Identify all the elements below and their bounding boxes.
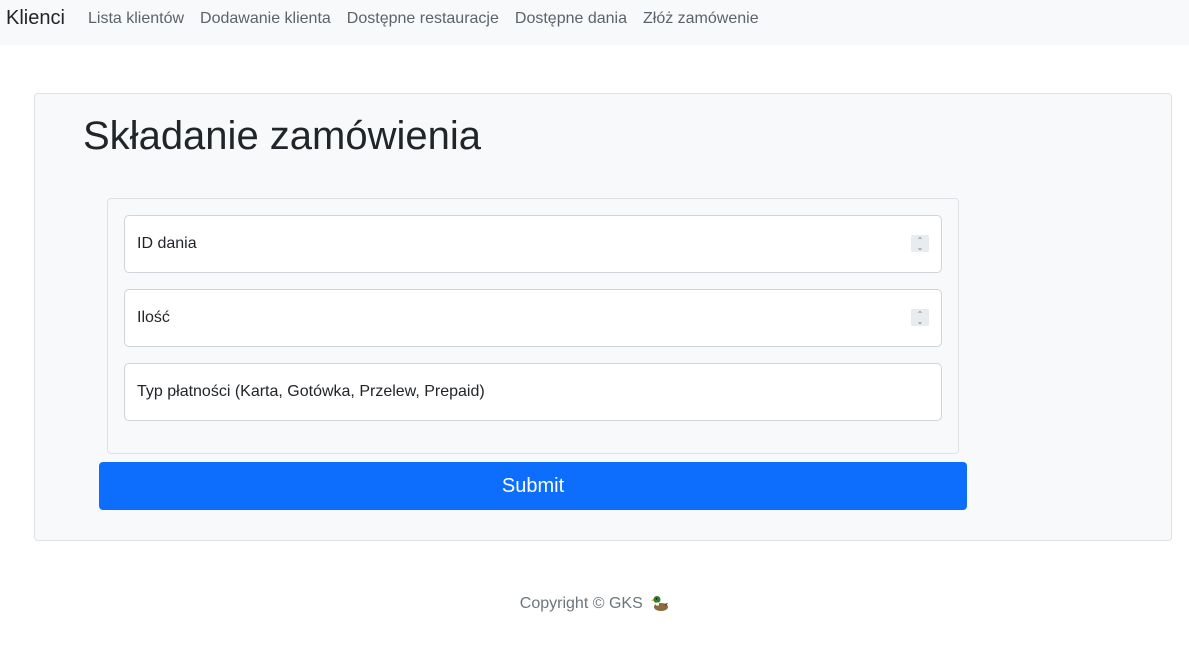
order-form: ID dania ⌃ ⌄ Ilość ⌃ ⌄ Typ płatności (Ka… [107,198,959,454]
quantity-field[interactable]: Ilość ⌃ ⌄ [124,289,942,347]
duck-icon [651,594,669,617]
quantity-placeholder: Ilość [137,309,170,326]
nav-link-lista-klientow[interactable]: Lista klientów [80,10,192,28]
nav-link-dostepne-dania[interactable]: Dostępne dania [507,10,635,28]
footer: Copyright © GKS [0,594,1189,617]
nav-link-zloz-zamowienie[interactable]: Złóż zamówenie [635,10,767,28]
payment-type-field[interactable]: Typ płatności (Karta, Gotówka, Przelew, … [124,363,942,421]
nav-link-dostepne-restauracje[interactable]: Dostępne restauracje [339,10,507,28]
order-panel: Składanie zamówienia ID dania ⌃ ⌄ Ilość … [34,93,1172,541]
chevron-down-icon[interactable]: ⌄ [917,243,924,251]
submit-button[interactable]: Submit [99,462,967,510]
quantity-stepper[interactable]: ⌃ ⌄ [911,309,929,326]
dish-id-field[interactable]: ID dania ⌃ ⌄ [124,215,942,273]
top-navbar: Klienci Lista klientów Dodawanie klienta… [0,0,1189,45]
copyright-text: Copyright © GKS [519,595,643,612]
nav-link-dodawanie-klienta[interactable]: Dodawanie klienta [192,10,339,28]
chevron-down-icon[interactable]: ⌄ [917,317,924,325]
payment-type-placeholder: Typ płatności (Karta, Gotówka, Przelew, … [137,383,485,400]
dish-id-placeholder: ID dania [137,235,197,252]
dish-id-stepper[interactable]: ⌃ ⌄ [911,235,929,252]
nav-links: Lista klientów Dodawanie klienta Dostępn… [80,10,767,28]
navbar-brand[interactable]: Klienci [6,7,65,30]
page-title: Składanie zamówienia [83,114,482,158]
